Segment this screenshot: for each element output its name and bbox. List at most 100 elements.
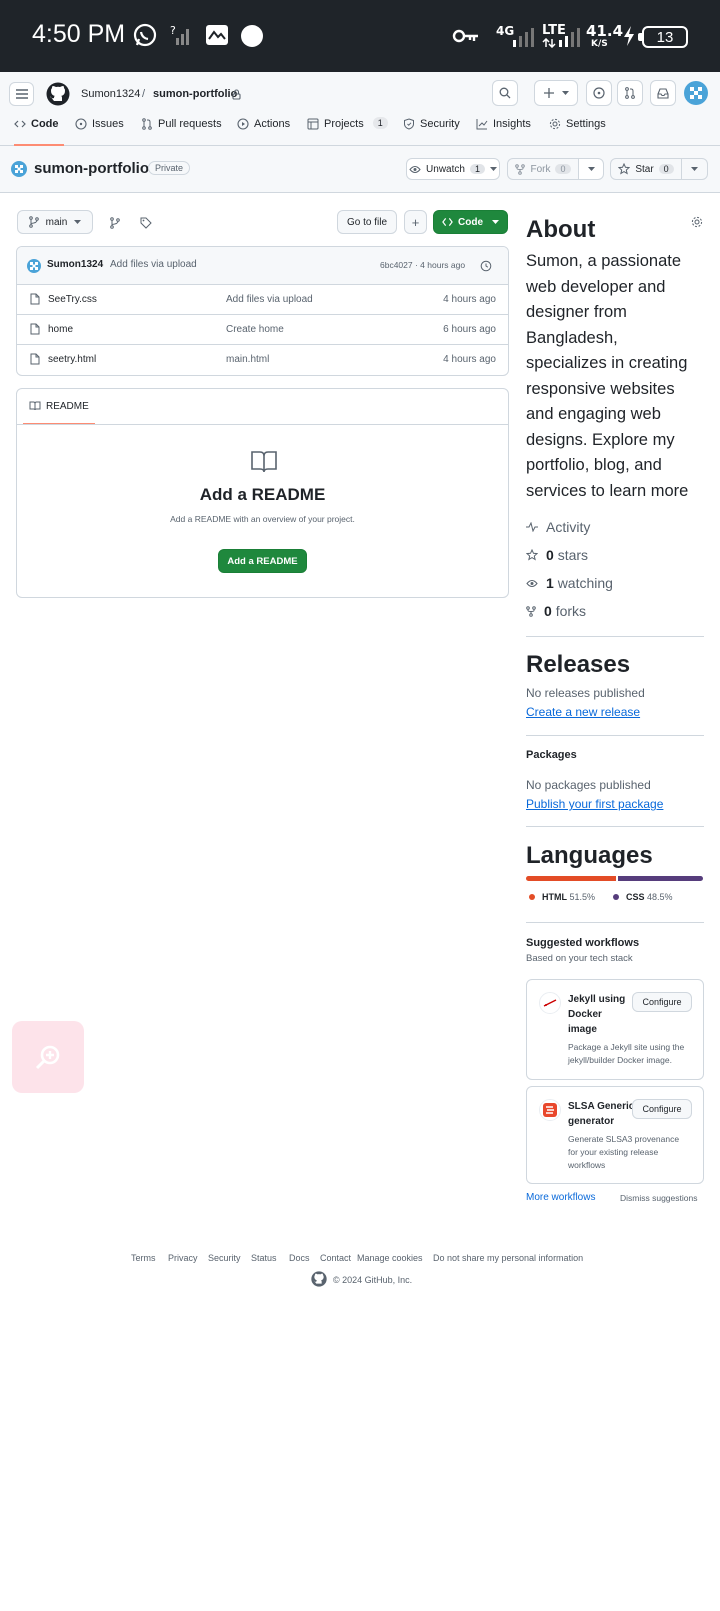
inbox-button[interactable] — [650, 80, 676, 106]
footer-link-status[interactable]: Status — [251, 1253, 277, 1263]
readme-tab[interactable]: README — [23, 389, 95, 425]
about-description-line: and engaging web — [526, 405, 661, 423]
footer-link-terms[interactable]: Terms — [131, 1253, 156, 1263]
github-logo-icon[interactable] — [46, 82, 70, 106]
commit-message[interactable]: Add files via upload — [110, 259, 197, 270]
gallery-icon — [206, 25, 228, 45]
tab-actions[interactable]: Actions — [237, 118, 290, 146]
configure-button[interactable]: Configure — [632, 1099, 692, 1119]
tags-button[interactable] — [135, 212, 157, 234]
dismiss-suggestions-link[interactable]: Dismiss suggestions — [620, 1193, 697, 1203]
gear-icon[interactable] — [691, 216, 703, 228]
history-icon[interactable] — [480, 260, 492, 272]
footer-link-manage-cookies[interactable]: Manage cookies — [357, 1253, 423, 1263]
fork-dropdown-button[interactable] — [578, 158, 604, 180]
workflow-title-line: Docker — [568, 1009, 602, 1020]
tab-projects[interactable]: Projects 1 — [307, 117, 388, 146]
book-icon — [251, 451, 277, 473]
about-description-line: designer from — [526, 303, 627, 321]
repo-avatar[interactable] — [11, 161, 27, 177]
add-file-button[interactable]: + — [404, 210, 427, 234]
code-button[interactable]: Code — [433, 210, 508, 234]
watching-link[interactable]: 1 watching — [526, 575, 613, 591]
workflow-title-line: Jekyll using — [568, 994, 626, 1005]
branches-button[interactable] — [104, 212, 126, 234]
about-description-line: Bangladesh, — [526, 328, 618, 347]
zoom-in-button[interactable] — [12, 1021, 84, 1093]
create-new-button[interactable] — [534, 80, 578, 106]
menu-button[interactable] — [9, 82, 34, 106]
file-commit-message[interactable]: Add files via upload — [226, 294, 313, 305]
about-heading: About — [526, 216, 596, 243]
file-commit-message[interactable]: Create home — [226, 324, 284, 335]
stars-link[interactable]: 0 stars — [526, 547, 588, 563]
code-icon — [442, 217, 453, 227]
language-bar-segment-css — [618, 876, 703, 881]
commit-author[interactable]: Sumon1324 — [47, 259, 103, 270]
go-to-file-button[interactable]: Go to file — [337, 210, 397, 234]
repo-title[interactable]: sumon-portfolio — [34, 160, 149, 177]
star-icon — [526, 549, 538, 561]
more-workflows-link[interactable]: More workflows — [526, 1192, 595, 1203]
publish-package-link[interactable]: Publish your first package — [526, 797, 704, 811]
footer-link-privacy[interactable]: Privacy — [168, 1253, 198, 1263]
file-row[interactable]: seetry.html main.html 4 hours ago — [17, 345, 508, 375]
tab-settings[interactable]: Settings — [549, 118, 606, 146]
issues-button[interactable] — [586, 80, 612, 106]
file-name[interactable]: SeeTry.css — [48, 294, 97, 305]
commit-author-avatar[interactable] — [27, 259, 41, 273]
star-count: 0 — [658, 164, 674, 174]
star-button[interactable]: Star 0 — [610, 158, 682, 180]
workflow-title[interactable]: Jekyll using Docker image — [568, 992, 625, 1037]
tab-code[interactable]: Code — [14, 118, 64, 146]
create-release-link[interactable]: Create a new release — [526, 705, 704, 719]
tab-insights[interactable]: Insights — [476, 118, 531, 146]
tab-issues-label: Issues — [92, 118, 124, 130]
chevron-down-icon — [587, 166, 595, 171]
tab-security[interactable]: Security — [403, 118, 460, 146]
language-legend-html[interactable]: HTML 51.5% — [529, 892, 595, 902]
breadcrumb-repo[interactable]: sumon-portfolio — [153, 88, 237, 100]
user-avatar[interactable] — [684, 81, 708, 105]
language-legend-css[interactable]: CSS 48.5% — [613, 892, 673, 902]
releases-heading[interactable]: Releases — [526, 651, 704, 679]
private-badge: Private — [148, 161, 191, 175]
file-name[interactable]: home — [48, 324, 73, 335]
tab-pull-requests[interactable]: Pull requests — [141, 118, 222, 146]
fork-button[interactable]: Fork 0 — [507, 158, 579, 180]
code-icon — [14, 120, 26, 128]
pull-requests-button[interactable] — [617, 80, 643, 106]
workflow-title[interactable]: SLSA Generic generator — [568, 1099, 634, 1129]
github-logo-icon[interactable] — [311, 1271, 327, 1287]
unwatch-button[interactable]: Unwatch 1 — [406, 158, 500, 180]
identicon-icon — [15, 165, 23, 173]
add-readme-button[interactable]: Add a README — [218, 549, 307, 573]
file-commit-message[interactable]: main.html — [226, 354, 269, 365]
breadcrumb-owner[interactable]: Sumon1324 — [81, 88, 140, 100]
activity-link[interactable]: Activity — [526, 519, 590, 535]
commit-meta[interactable]: 6bc4027 · 4 hours ago — [380, 260, 465, 270]
footer-link-contact[interactable]: Contact — [320, 1253, 351, 1263]
packages-empty-text: No packages published — [526, 778, 651, 792]
readme-panel: README Add a README Add a README with an… — [16, 388, 509, 598]
repo-tabs: Code Issues Pull requests Actions Projec… — [0, 117, 720, 146]
file-row[interactable]: home Create home 6 hours ago — [17, 315, 508, 345]
footer-link-do-not-share[interactable]: Do not share my personal information — [433, 1253, 583, 1263]
file-name[interactable]: seetry.html — [48, 354, 96, 365]
footer-link-docs[interactable]: Docs — [289, 1253, 310, 1263]
packages-heading[interactable]: Packages — [526, 749, 704, 761]
tab-issues[interactable]: Issues — [75, 118, 124, 146]
star-dropdown-button[interactable] — [681, 158, 708, 180]
branch-selector[interactable]: main — [17, 210, 93, 234]
configure-button[interactable]: Configure — [632, 992, 692, 1012]
repo-forked-icon — [515, 163, 526, 175]
language-name: HTML — [542, 892, 567, 902]
search-button[interactable] — [492, 80, 518, 106]
tab-pull-requests-label: Pull requests — [158, 118, 222, 130]
forks-link[interactable]: 0 forks — [526, 603, 586, 619]
slsa-logo-icon — [539, 1099, 561, 1121]
file-row[interactable]: SeeTry.css Add files via upload 4 hours … — [17, 285, 508, 315]
footer-link-security[interactable]: Security — [208, 1253, 241, 1263]
projects-count-badge: 1 — [372, 117, 388, 129]
identicon-icon — [690, 87, 702, 99]
